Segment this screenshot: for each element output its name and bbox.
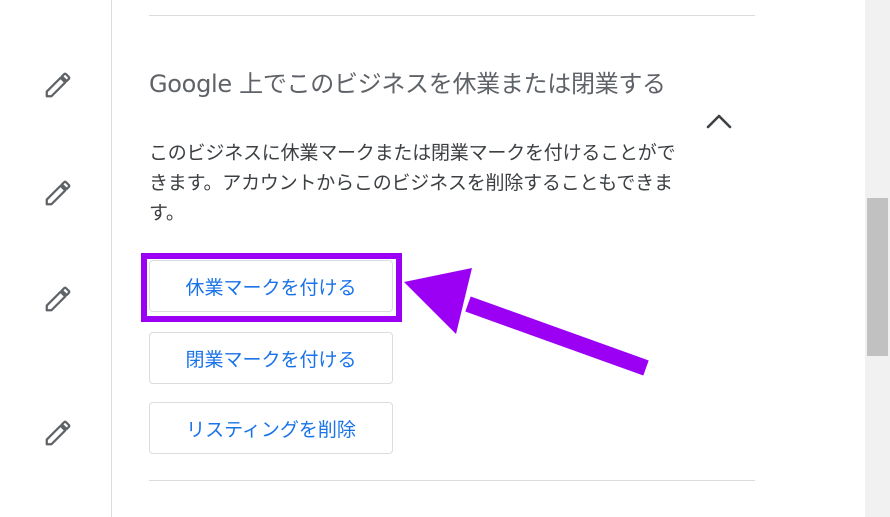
section-description: このビジネスに休業マークまたは閉業マークを付けることができます。アカウントからこ… [149, 142, 676, 224]
mark-temporarily-closed-button[interactable]: 休業マークを付ける [149, 260, 393, 312]
vertical-divider [111, 0, 112, 517]
mark-permanently-closed-button[interactable]: 閉業マークを付ける [149, 332, 393, 384]
section-divider-top [149, 15, 755, 16]
scrollbar-thumb[interactable] [867, 198, 888, 356]
pencil-icon[interactable] [43, 178, 73, 208]
pencil-icon[interactable] [43, 284, 73, 314]
pencil-icon[interactable] [43, 70, 73, 100]
pencil-icon[interactable] [43, 418, 73, 448]
remove-listing-button[interactable]: リスティングを削除 [149, 402, 393, 454]
section-title: Google 上でこのビジネスを休業または閉業する [149, 70, 666, 98]
annotation-arrow [404, 268, 649, 376]
section-divider-bottom [149, 480, 755, 481]
chevron-up-icon[interactable] [704, 108, 734, 132]
